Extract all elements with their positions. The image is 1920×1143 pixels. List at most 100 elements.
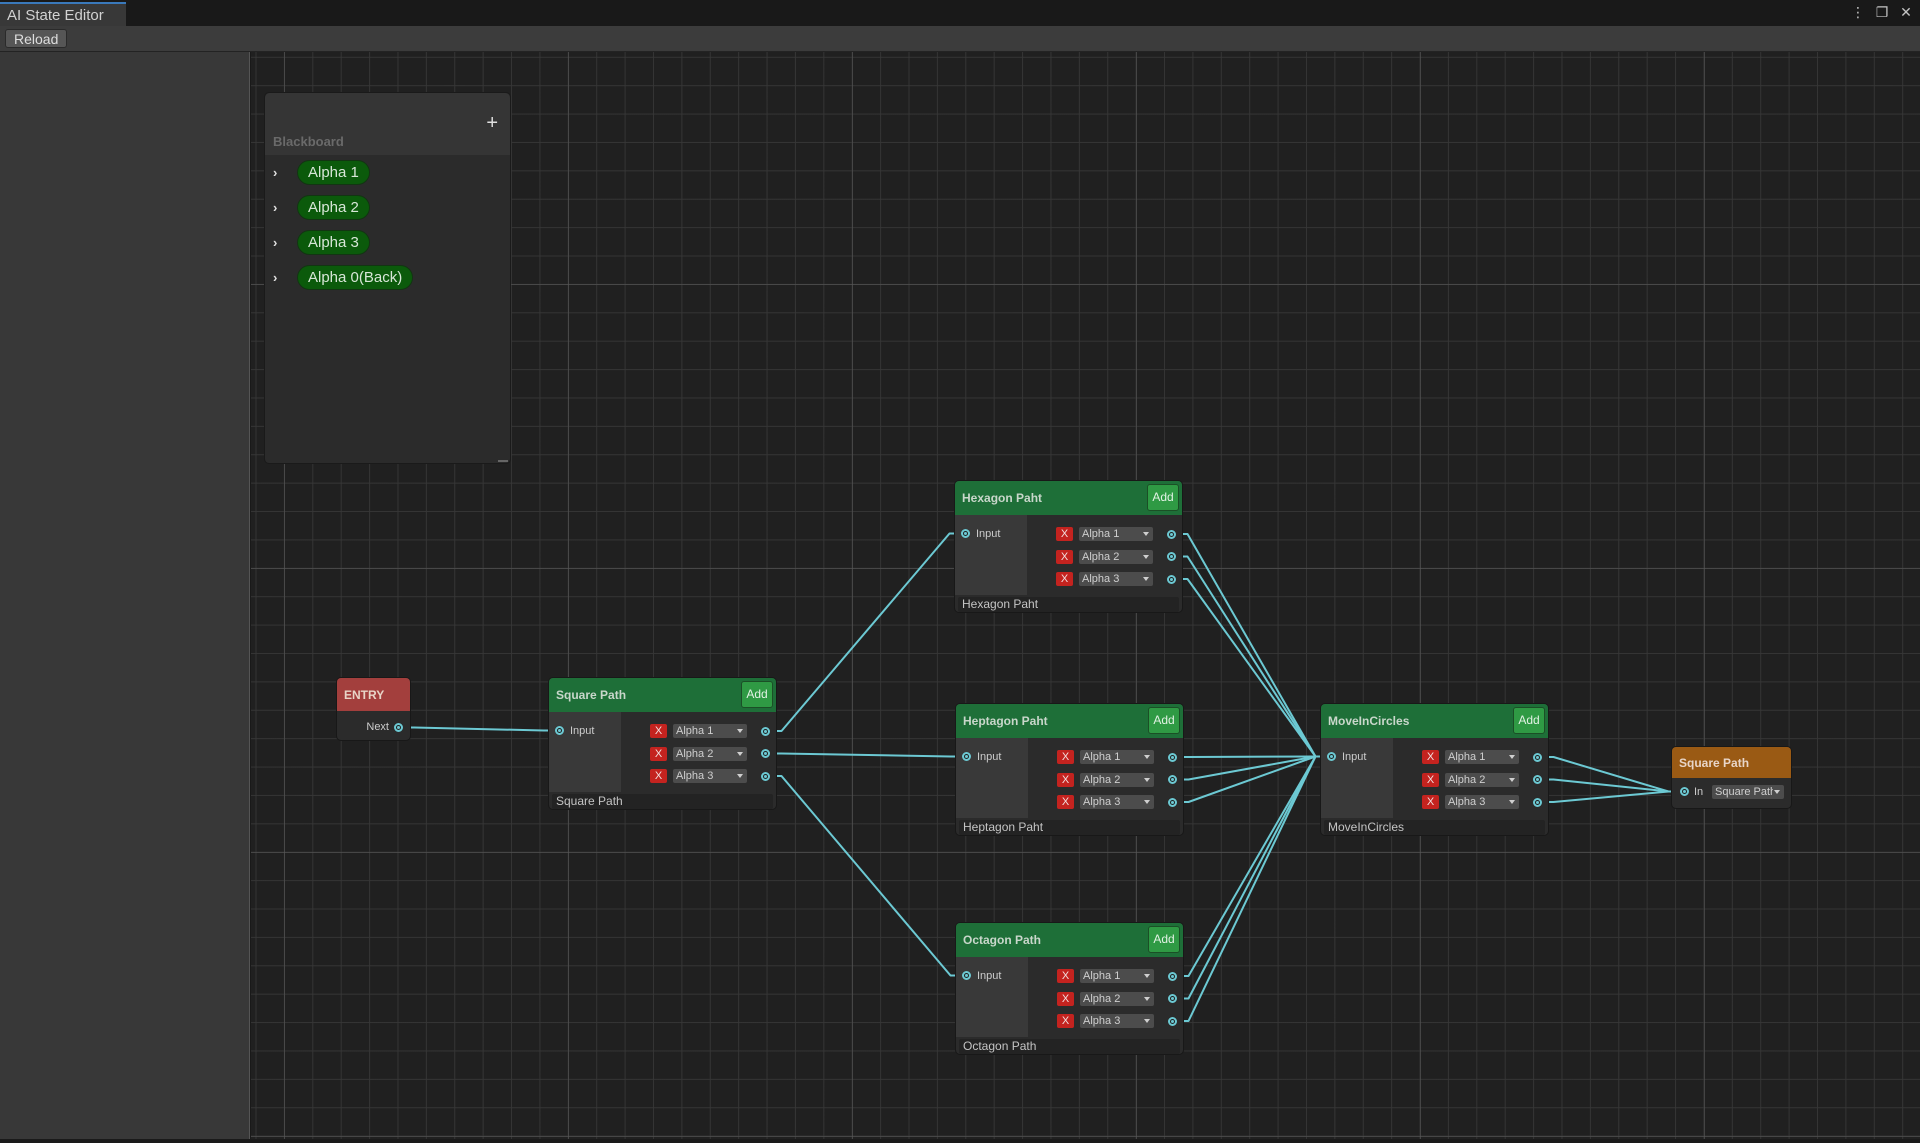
state-select[interactable]: Square Path xyxy=(1712,785,1784,799)
remove-output-button[interactable]: X xyxy=(1422,772,1439,787)
remove-output-button[interactable]: X xyxy=(1422,750,1439,764)
chevron-down-icon xyxy=(1143,532,1149,536)
remove-output-button[interactable]: X xyxy=(1056,572,1073,586)
entry-node-header: ENTRY xyxy=(337,678,410,711)
output-state-value: Alpha 3 xyxy=(1082,573,1120,585)
remove-output-button[interactable]: X xyxy=(1056,549,1073,564)
output-state-select[interactable]: Alpha 2 xyxy=(1445,772,1519,787)
output-port[interactable] xyxy=(1167,574,1176,584)
remove-output-button[interactable]: X xyxy=(1057,969,1074,983)
output-state-select[interactable]: Alpha 1 xyxy=(1080,750,1154,764)
output-port[interactable] xyxy=(1167,552,1176,561)
output-state-select[interactable]: Alpha 3 xyxy=(673,769,747,783)
remove-output-button[interactable]: X xyxy=(650,769,667,783)
chevron-down-icon xyxy=(1509,800,1515,804)
hexagon-node[interactable]: Hexagon Paht Add Input X Alpha 1 X Alpha… xyxy=(954,480,1183,613)
octagon-node[interactable]: Octagon Path Add Input X Alpha 1 X Alpha… xyxy=(955,922,1184,1055)
output-state-select[interactable]: Alpha 2 xyxy=(1079,549,1153,564)
add-output-button[interactable]: Add xyxy=(1147,484,1179,511)
output-port[interactable] xyxy=(761,726,770,736)
add-output-button[interactable]: Add xyxy=(1148,926,1180,953)
blackboard-item[interactable]: › Alpha 2 xyxy=(265,190,510,225)
terminal-node[interactable]: Square Path In Square Path xyxy=(1671,746,1792,809)
output-state-select[interactable]: Alpha 1 xyxy=(1445,750,1519,764)
blackboard-item-pill[interactable]: Alpha 2 xyxy=(297,195,370,220)
node-footer-label: Heptagon Paht xyxy=(959,820,1180,835)
output-port[interactable] xyxy=(1168,797,1177,807)
output-state-select[interactable]: Alpha 3 xyxy=(1080,795,1154,809)
output-port[interactable] xyxy=(1533,797,1542,807)
blackboard-item-pill[interactable]: Alpha 3 xyxy=(297,230,370,255)
output-port[interactable] xyxy=(1168,752,1177,762)
window-controls: ⋮ ❐ ✕ xyxy=(1850,4,1914,20)
output-port[interactable] xyxy=(1168,775,1177,784)
heptagon-node[interactable]: Heptagon Paht Add Input X Alpha 1 X Alph… xyxy=(955,703,1184,836)
remove-output-button[interactable]: X xyxy=(1057,991,1074,1006)
chevron-right-icon[interactable]: › xyxy=(273,200,289,215)
output-state-select[interactable]: Alpha 2 xyxy=(1080,991,1154,1006)
blackboard-header: Blackboard + xyxy=(265,93,510,155)
output-port[interactable] xyxy=(1168,1016,1177,1026)
square-node[interactable]: Square Path Add Input X Alpha 1 X Alpha … xyxy=(548,677,777,810)
output-port[interactable] xyxy=(1168,971,1177,981)
close-icon[interactable]: ✕ xyxy=(1898,4,1914,20)
blackboard-item[interactable]: › Alpha 3 xyxy=(265,225,510,260)
output-state-select[interactable]: Alpha 3 xyxy=(1079,572,1153,586)
output-state-select[interactable]: Alpha 1 xyxy=(673,724,747,738)
reload-button[interactable]: Reload xyxy=(5,29,68,48)
output-column: X Alpha 1 X Alpha 2 X Alpha 3 xyxy=(956,957,1183,1037)
remove-output-button[interactable]: X xyxy=(650,746,667,761)
chevron-right-icon[interactable]: › xyxy=(273,270,289,285)
remove-output-button[interactable]: X xyxy=(1057,772,1074,787)
output-state-select[interactable]: Alpha 2 xyxy=(673,746,747,761)
remove-output-button[interactable]: X xyxy=(1056,527,1073,541)
entry-node[interactable]: ENTRY Next xyxy=(336,677,411,741)
blackboard-panel[interactable]: Blackboard + › Alpha 1 › Alpha 2 › Alpha… xyxy=(264,92,511,464)
maximize-icon[interactable]: ❐ xyxy=(1874,4,1890,20)
remove-output-button[interactable]: X xyxy=(1057,795,1074,809)
resize-handle[interactable] xyxy=(498,460,508,462)
blackboard-item[interactable]: › Alpha 0(Back) xyxy=(265,260,510,295)
add-output-button[interactable]: Add xyxy=(1513,707,1545,734)
output-state-value: Alpha 3 xyxy=(1083,1015,1121,1027)
chevron-right-icon[interactable]: › xyxy=(273,235,289,250)
output-port[interactable] xyxy=(761,771,770,781)
in-input-port[interactable] xyxy=(1680,787,1689,796)
output-state-select[interactable]: Alpha 2 xyxy=(1080,772,1154,787)
output-state-select[interactable]: Alpha 1 xyxy=(1080,969,1154,983)
blackboard-item-pill[interactable]: Alpha 1 xyxy=(297,160,370,185)
add-output-button[interactable]: Add xyxy=(741,681,773,708)
blackboard-item-pill[interactable]: Alpha 0(Back) xyxy=(297,265,414,290)
in-port-label: In xyxy=(1694,786,1704,798)
output-state-value: Alpha 1 xyxy=(1448,751,1486,763)
remove-output-button[interactable]: X xyxy=(1057,750,1074,764)
output-state-value: Alpha 2 xyxy=(1083,773,1121,786)
output-port[interactable] xyxy=(1533,775,1542,784)
more-vertical-icon[interactable]: ⋮ xyxy=(1850,4,1866,20)
remove-output-button[interactable]: X xyxy=(1057,1014,1074,1028)
output-port[interactable] xyxy=(1533,752,1542,762)
next-port-label: Next xyxy=(366,721,389,733)
next-output-port[interactable] xyxy=(394,723,403,732)
output-port[interactable] xyxy=(1167,529,1176,539)
circles-node[interactable]: MoveInCircles Add Input X Alpha 1 X Alph… xyxy=(1320,703,1549,836)
output-port[interactable] xyxy=(1168,994,1177,1003)
remove-output-button[interactable]: X xyxy=(650,724,667,738)
node-header: Octagon Path Add xyxy=(956,923,1183,957)
output-state-select[interactable]: Alpha 1 xyxy=(1079,527,1153,541)
title-bar: AI State Editor ⋮ ❐ ✕ xyxy=(0,0,1920,26)
blackboard-item[interactable]: › Alpha 1 xyxy=(265,155,510,190)
node-footer-label: Hexagon Paht xyxy=(958,597,1179,612)
tab-ai-state-editor[interactable]: AI State Editor xyxy=(0,2,126,26)
remove-output-button[interactable]: X xyxy=(1422,795,1439,809)
output-state-value: Alpha 3 xyxy=(676,770,714,782)
output-state-value: Alpha 2 xyxy=(676,747,714,760)
chevron-down-icon xyxy=(1144,974,1150,978)
chevron-right-icon[interactable]: › xyxy=(273,165,289,180)
output-port[interactable] xyxy=(761,749,770,758)
add-output-button[interactable]: Add xyxy=(1148,707,1180,734)
output-state-select[interactable]: Alpha 3 xyxy=(1445,795,1519,809)
output-state-select[interactable]: Alpha 3 xyxy=(1080,1014,1154,1028)
chevron-down-icon xyxy=(737,774,743,778)
add-variable-button[interactable]: + xyxy=(486,113,498,133)
